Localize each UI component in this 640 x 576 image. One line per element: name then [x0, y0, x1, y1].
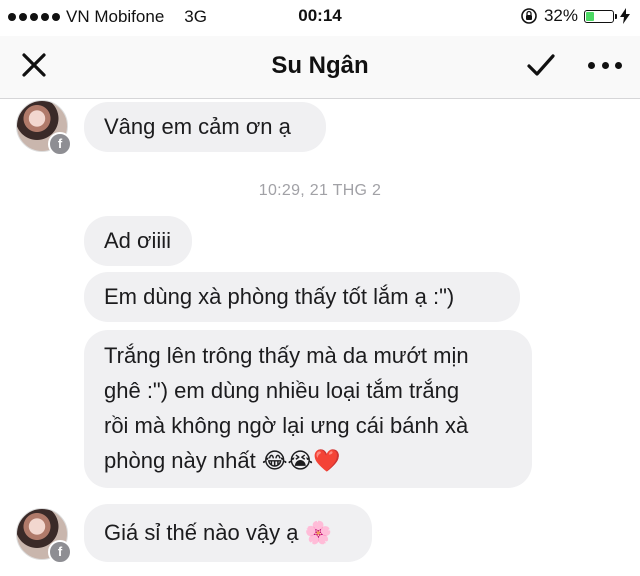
battery-percent: 32%	[543, 6, 578, 25]
more-options-button[interactable]	[588, 52, 622, 78]
checkmark-icon	[527, 54, 555, 76]
battery-icon	[584, 9, 617, 23]
orientation-lock-icon	[521, 8, 537, 24]
message-bubble[interactable]: Em dùng xà phòng thấy tốt lắm ạ :")	[84, 272, 520, 322]
message-bubble[interactable]: Trắng lên trông thấy mà da mướt mịn ghê …	[84, 330, 532, 488]
message-line: phòng này nhất	[104, 448, 256, 473]
charging-bolt-icon	[620, 8, 630, 24]
message-thread[interactable]: f Vâng em cảm ơn ạ 10:29, 21 THG 2 Ad ơi…	[0, 98, 640, 576]
message-text: Vâng em cảm ơn ạ	[104, 114, 291, 139]
message-line: ghê :") em dùng nhiều loại tắm trắng	[104, 378, 460, 403]
avatar[interactable]: f	[16, 100, 72, 156]
message-bubble[interactable]: Vâng em cảm ơn ạ	[84, 102, 326, 152]
message-bubble[interactable]: Giá sỉ thế nào vậy ạ 🌸	[84, 504, 372, 562]
flower-emoji: 🌸	[304, 521, 332, 546]
facebook-icon: f	[48, 540, 72, 564]
message-text: Ad ơiiii	[104, 228, 171, 253]
facebook-icon: f	[48, 132, 72, 156]
status-bar: VN Mobifone 3G 00:14 32%	[0, 0, 640, 36]
message-timestamp: 10:29, 21 THG 2	[258, 182, 382, 199]
message-text: Giá sỉ thế nào vậy ạ	[104, 520, 299, 545]
more-dots-icon	[588, 61, 595, 69]
confirm-button[interactable]	[526, 50, 556, 80]
message-line: Trắng lên trông thấy mà da mướt mịn	[104, 343, 469, 368]
message-line: rồi mà không ngờ lại ưng cái bánh xà	[104, 413, 469, 438]
message-bubble[interactable]: Ad ơiiii	[84, 216, 192, 266]
avatar[interactable]: f	[16, 508, 72, 564]
battery-info: 32%	[520, 6, 630, 26]
emoji-reactions: 😂😭❤️	[261, 449, 341, 474]
message-text: Em dùng xà phòng thấy tốt lắm ạ :")	[104, 284, 455, 309]
conversation-header: Su Ngân	[0, 36, 640, 99]
